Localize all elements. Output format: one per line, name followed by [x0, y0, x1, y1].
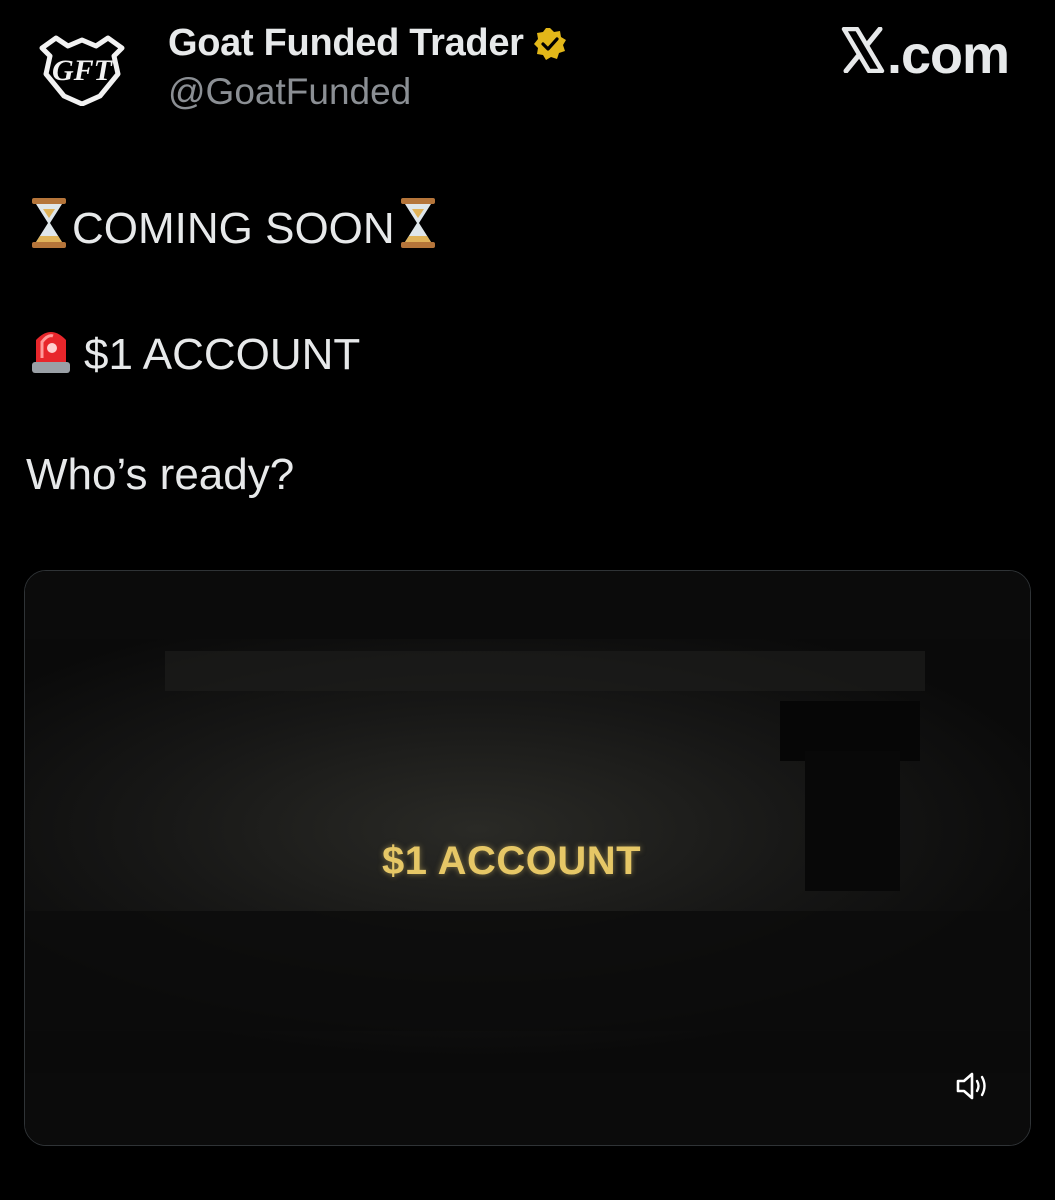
- author-info: Goat Funded Trader @GoatFunded: [168, 22, 568, 113]
- tweet-line-account: $1 ACCOUNT: [26, 322, 360, 387]
- gft-goat-logo-icon[interactable]: GFT: [38, 34, 126, 106]
- video-caption-text: $1 ACCOUNT: [382, 839, 642, 883]
- author-handle[interactable]: @GoatFunded: [168, 71, 568, 113]
- tweet-line-question: Who’s ready?: [26, 450, 294, 500]
- account-text: $1 ACCOUNT: [84, 329, 361, 379]
- tweet-header: GFT Goat Funded Trader @GoatFunded .com: [0, 0, 1055, 130]
- hourglass-icon: [26, 196, 72, 261]
- coming-soon-text: COMING SOON: [72, 203, 395, 253]
- svg-text:GFT: GFT: [52, 54, 114, 87]
- video-player[interactable]: $1 ACCOUNT: [24, 570, 1031, 1146]
- author-display-name[interactable]: Goat Funded Trader: [168, 22, 524, 65]
- whos-ready-text: Who’s ready?: [26, 450, 295, 499]
- police-light-icon: [26, 322, 76, 387]
- verified-badge-icon: [532, 26, 568, 62]
- x-logo-icon: [841, 24, 885, 74]
- brand-domain-text: .com: [886, 25, 1010, 85]
- tweet-line-coming-soon: COMING SOON: [26, 196, 441, 261]
- hourglass-icon: [395, 196, 441, 261]
- x-com-brand: .com: [841, 24, 1010, 86]
- speaker-icon[interactable]: [954, 1069, 990, 1103]
